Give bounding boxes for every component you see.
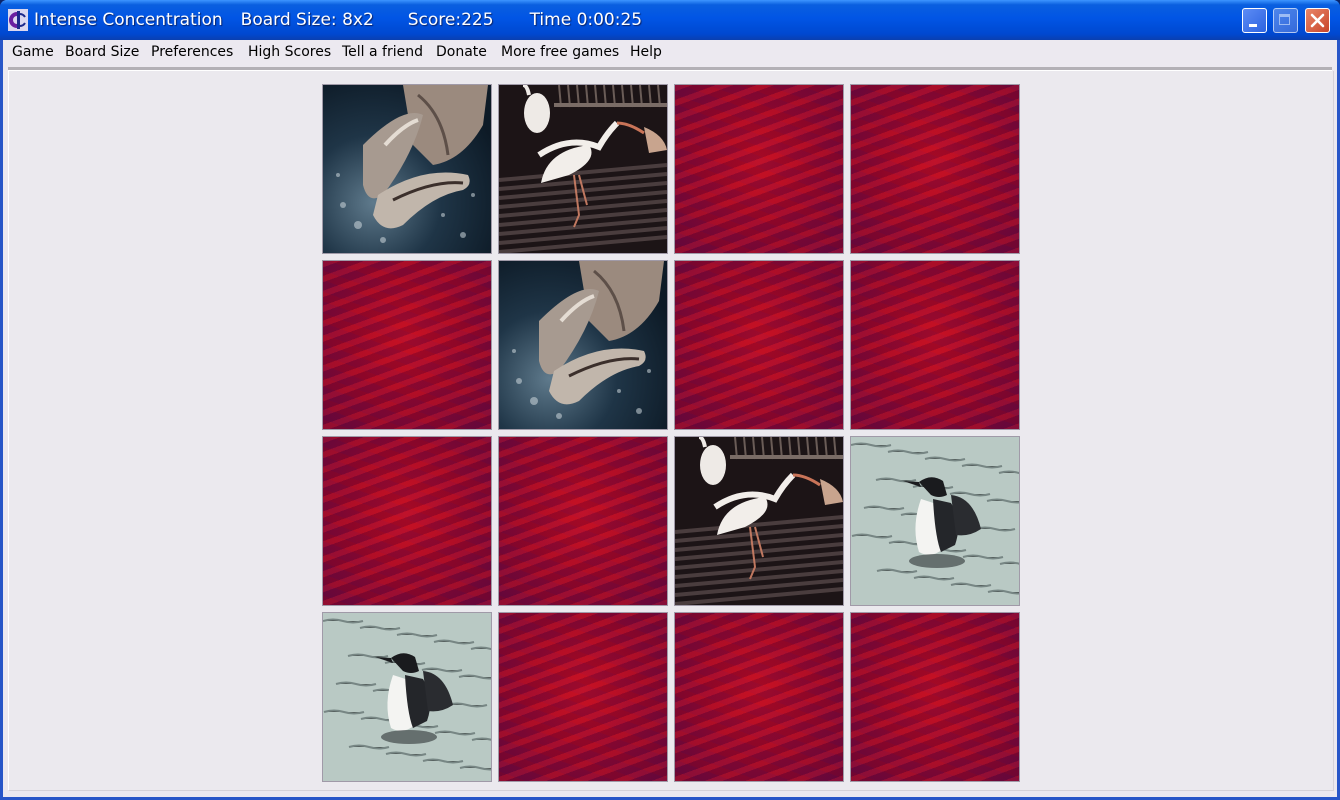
dolphin-picture: [499, 261, 667, 429]
close-button[interactable]: [1305, 8, 1330, 33]
ibis-picture: [675, 437, 843, 605]
card-face-down[interactable]: [322, 260, 492, 430]
card-face-down[interactable]: [850, 260, 1020, 430]
score-status: Score:225: [407, 10, 494, 30]
game-window: Intense Concentration Board Size: 8x2 Scor…: [0, 0, 1340, 800]
card-face-up-dolphin[interactable]: [498, 260, 668, 430]
card-face-down[interactable]: [498, 612, 668, 782]
title-text: Intense Concentration Board Size: 8x2 Scor…: [34, 10, 642, 30]
card-face-down[interactable]: [674, 260, 844, 430]
loon-picture: [323, 613, 491, 781]
card-face-up-loon[interactable]: [850, 436, 1020, 606]
close-icon: [1310, 13, 1325, 28]
loon-picture: [851, 437, 1019, 605]
menu-preferences[interactable]: Preferences: [151, 44, 233, 60]
game-area: [8, 71, 1334, 791]
card-face-down[interactable]: [674, 612, 844, 782]
minimize-button[interactable]: [1242, 8, 1267, 33]
menu-help[interactable]: Help: [630, 44, 662, 60]
app-logo-icon[interactable]: [8, 9, 28, 31]
card-face-down[interactable]: [498, 436, 668, 606]
dolphin-picture: [323, 85, 491, 253]
menu-tell-a-friend[interactable]: Tell a friend: [342, 44, 423, 60]
ibis-picture: [499, 85, 667, 253]
time-status: Time 0:00:25: [529, 10, 643, 30]
menu-more-free-games[interactable]: More free games: [501, 44, 619, 60]
app-title: Intense Concentration: [34, 10, 223, 30]
menu-donate[interactable]: Donate: [436, 44, 487, 60]
card-face-up-ibis[interactable]: [498, 84, 668, 254]
menu-bar: Game Board Size Preferences High Scores …: [3, 40, 1337, 66]
menu-game[interactable]: Game: [12, 44, 54, 60]
maximize-button[interactable]: [1273, 8, 1298, 33]
menu-high-scores[interactable]: High Scores: [248, 44, 331, 60]
card-face-down[interactable]: [850, 612, 1020, 782]
card-face-down[interactable]: [674, 84, 844, 254]
card-face-up-ibis[interactable]: [674, 436, 844, 606]
title-bar[interactable]: Intense Concentration Board Size: 8x2 Scor…: [0, 0, 1340, 40]
card-face-down[interactable]: [850, 84, 1020, 254]
game-board: [322, 84, 1020, 782]
card-face-down[interactable]: [322, 436, 492, 606]
card-face-up-loon[interactable]: [322, 612, 492, 782]
board-size-status: Board Size: 8x2: [240, 10, 374, 30]
card-face-up-dolphin[interactable]: [322, 84, 492, 254]
menu-board-size[interactable]: Board Size: [65, 44, 139, 60]
